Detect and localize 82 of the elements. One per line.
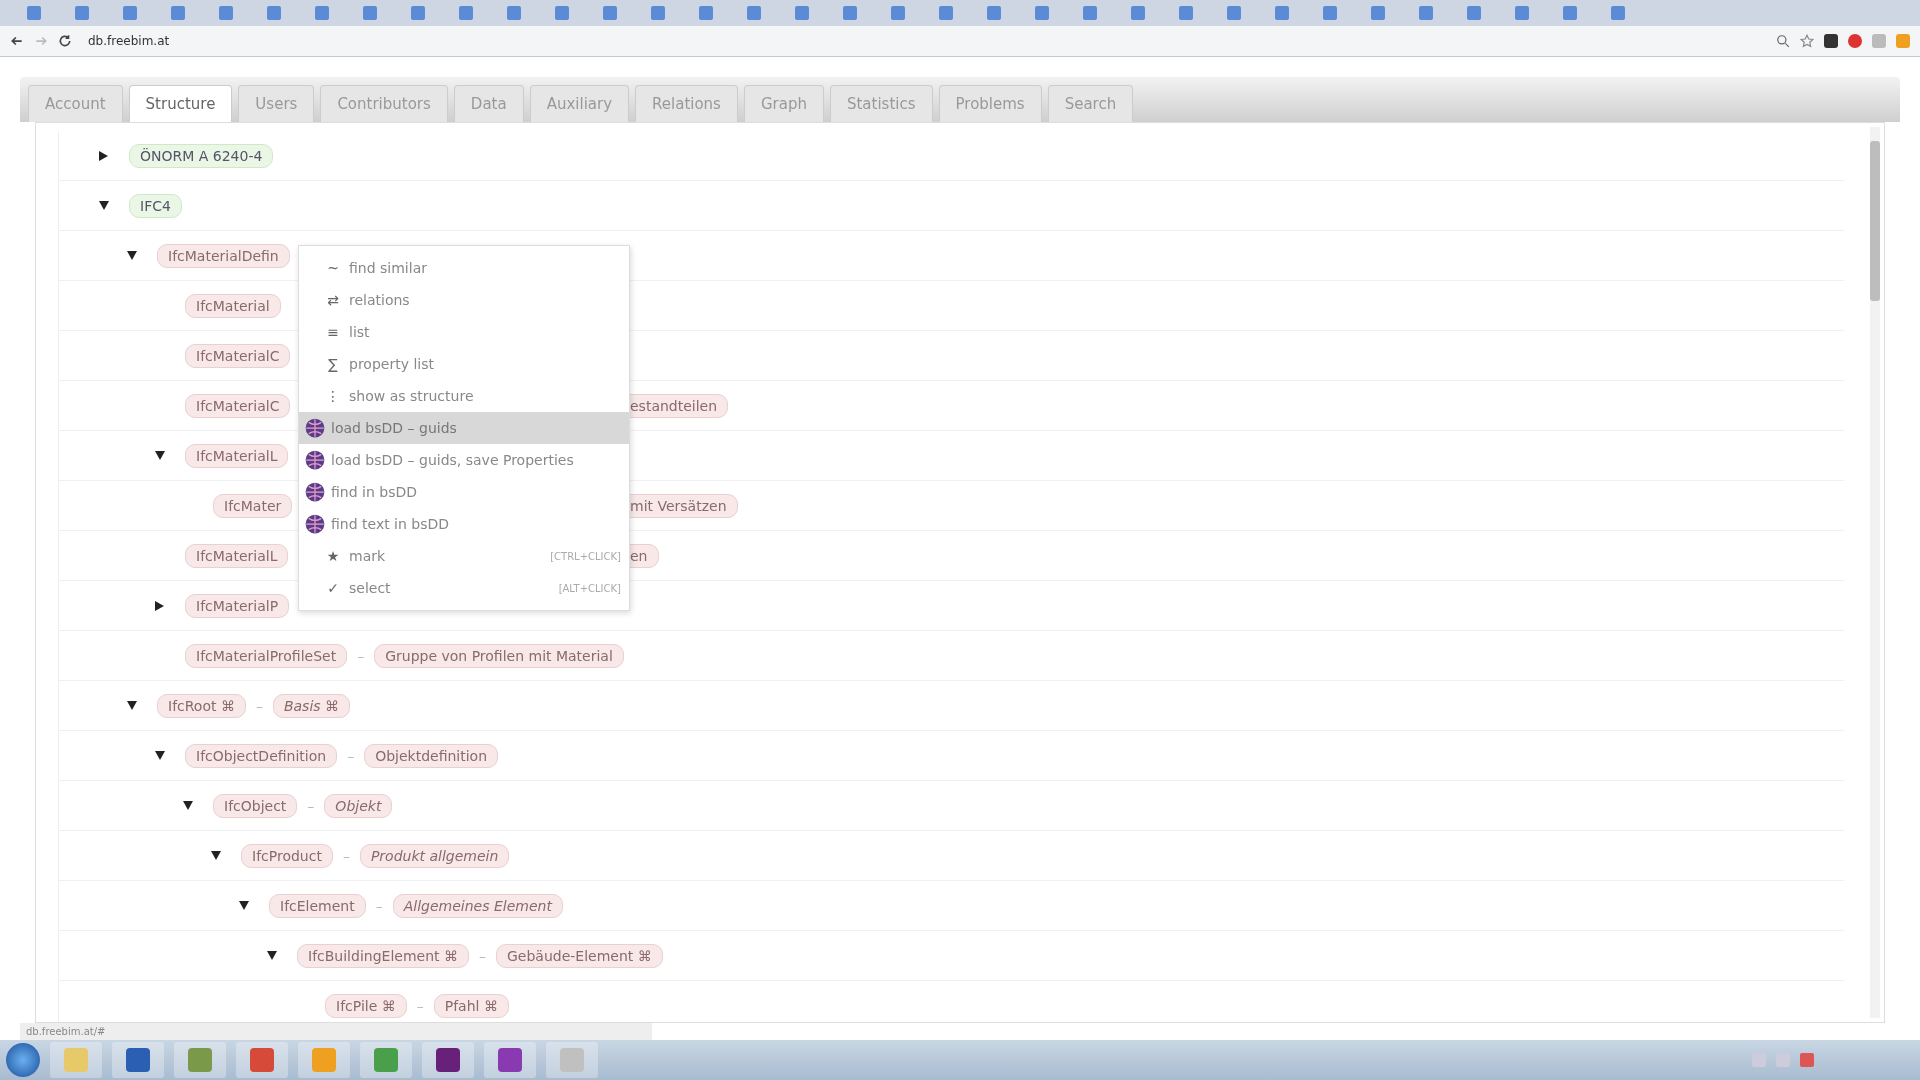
forward-icon[interactable] [34, 34, 48, 48]
node-description[interactable]: Objekt [324, 793, 393, 818]
address-field[interactable]: db.freebim.at [82, 32, 176, 50]
scrollbar[interactable] [1870, 127, 1880, 1018]
tab[interactable]: Problems [938, 85, 1042, 122]
tab[interactable]: Structure [128, 85, 233, 122]
reload-icon[interactable] [58, 34, 72, 48]
expander-icon[interactable] [239, 901, 249, 910]
tab[interactable]: Graph [743, 85, 824, 122]
node-label[interactable]: IfcMaterialC [185, 393, 291, 418]
node-label[interactable]: IfcPile ⌘ [325, 993, 407, 1018]
node-label[interactable]: IfcRoot ⌘ [157, 693, 246, 718]
separator-dash: – [357, 647, 365, 664]
node-label[interactable]: IfcMaterialL [185, 543, 289, 568]
expander-icon[interactable] [99, 201, 109, 210]
menu-item[interactable]: ≡ list [299, 316, 629, 348]
back-icon[interactable] [10, 34, 24, 48]
separator-dash: – [307, 797, 315, 814]
globe-icon [305, 482, 325, 502]
globe-icon [305, 418, 325, 438]
expander-icon[interactable] [127, 251, 137, 260]
expander-icon[interactable] [155, 451, 165, 460]
expander-icon[interactable] [155, 751, 165, 760]
start-button[interactable] [6, 1043, 40, 1077]
node-description[interactable]: Pfahl ⌘ [433, 993, 509, 1018]
node-label[interactable]: IfcMaterialP [185, 593, 290, 618]
taskbar-app-icon[interactable] [484, 1042, 536, 1078]
node-description[interactable]: Objektdefinition [364, 743, 499, 768]
node-label[interactable]: IfcObject [213, 793, 298, 818]
menu-item[interactable]: ~ find similar [299, 252, 629, 284]
taskbar-app-icon[interactable] [422, 1042, 474, 1078]
status-url: db.freebim.at/# [20, 1023, 652, 1040]
node-label[interactable]: IfcMater [213, 493, 293, 518]
separator-dash: – [416, 997, 424, 1014]
tab[interactable]: Auxiliary [529, 85, 630, 122]
extension-icon[interactable] [1848, 34, 1862, 48]
taskbar-app-icon[interactable] [112, 1042, 164, 1078]
expander-icon[interactable] [267, 951, 277, 960]
node-label[interactable]: IfcMaterialL [185, 443, 289, 468]
separator-dash: – [478, 947, 486, 964]
expander-icon[interactable] [183, 801, 193, 810]
node-label[interactable]: IfcMaterialProfileSet [185, 643, 348, 668]
star-icon[interactable] [1800, 34, 1814, 48]
expander-icon[interactable] [211, 851, 221, 860]
node-label[interactable]: IfcMaterialDefin [157, 243, 290, 268]
menu-item[interactable]: ⇄ relations [299, 284, 629, 316]
node-label[interactable]: IfcMaterial [185, 293, 281, 318]
extension-icon[interactable] [1824, 34, 1838, 48]
tab[interactable]: Relations [635, 85, 738, 122]
menu-item[interactable]: load bsDD – guids [299, 412, 629, 444]
tab[interactable]: Statistics [829, 85, 933, 122]
tab[interactable]: Account [28, 85, 123, 122]
expander-icon[interactable] [99, 150, 108, 161]
tab[interactable]: Data [453, 85, 524, 122]
tab[interactable]: Search [1047, 85, 1134, 122]
menu-item[interactable]: ✓ select [ALT+CLICK] [299, 572, 629, 604]
separator-dash: – [347, 747, 355, 764]
tab[interactable]: Contributors [320, 85, 448, 122]
node-label[interactable]: IfcObjectDefinition [185, 743, 338, 768]
separator-dash: – [255, 697, 263, 714]
search-icon[interactable] [1776, 34, 1790, 48]
node-description[interactable]: Gebäude-Element ⌘ [495, 943, 663, 968]
menu-item[interactable]: load bsDD – guids, save Properties [299, 444, 629, 476]
taskbar-app-icon[interactable] [236, 1042, 288, 1078]
separator-dash: – [375, 897, 383, 914]
node-label[interactable]: IfcMaterialC [185, 343, 291, 368]
node-label[interactable]: IfcElement [269, 893, 366, 918]
node-label[interactable]: IfcProduct [241, 843, 333, 868]
tab[interactable]: Users [238, 85, 315, 122]
separator-dash: – [342, 847, 350, 864]
globe-icon [305, 514, 325, 534]
node-description[interactable]: Allgemeines Element [392, 893, 563, 918]
node-label[interactable]: IFC4 [129, 193, 182, 218]
expander-icon[interactable] [127, 701, 137, 710]
node-label[interactable]: ÖNORM A 6240-4 [129, 143, 274, 168]
node-description[interactable]: Basis ⌘ [272, 693, 351, 718]
menu-item[interactable]: ∑ property list [299, 348, 629, 380]
expander-icon[interactable] [155, 600, 164, 611]
globe-icon [305, 450, 325, 470]
node-label[interactable]: IfcBuildingElement ⌘ [297, 943, 469, 968]
node-description[interactable]: Produkt allgemein [359, 843, 510, 868]
node-description[interactable]: Gruppe von Profilen mit Material [374, 643, 624, 668]
